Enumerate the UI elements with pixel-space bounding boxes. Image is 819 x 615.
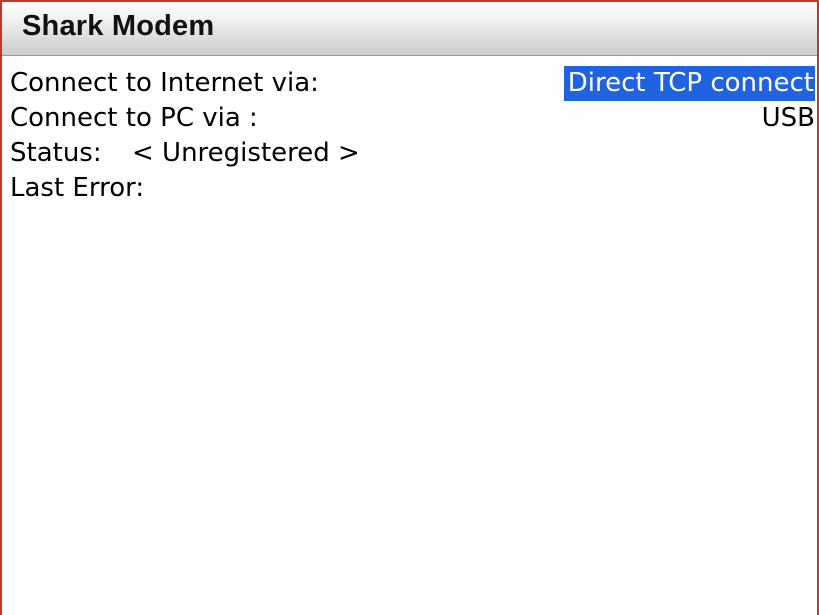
status-value: < Unregistered > xyxy=(132,138,360,168)
pc-connection-row: Connect to PC via : USB xyxy=(2,101,817,136)
last-error-label: Last Error: xyxy=(10,173,145,203)
app-window: Shark Modem Connect to Internet via: Dir… xyxy=(0,0,819,615)
status-label: Status: xyxy=(10,138,102,168)
last-error-row: Last Error: xyxy=(2,171,817,206)
app-title: Shark Modem xyxy=(22,10,215,42)
status-row: Status: < Unregistered > xyxy=(2,136,817,171)
internet-connection-label: Connect to Internet via: xyxy=(10,68,319,98)
pc-connection-select[interactable]: USB xyxy=(762,101,815,136)
internet-connection-select[interactable]: Direct TCP connect xyxy=(563,66,815,101)
internet-connection-row: Connect to Internet via: Direct TCP conn… xyxy=(2,66,817,101)
title-bar: Shark Modem xyxy=(2,2,817,56)
pc-connection-label: Connect to PC via : xyxy=(10,103,258,133)
settings-panel: Connect to Internet via: Direct TCP conn… xyxy=(2,66,817,615)
